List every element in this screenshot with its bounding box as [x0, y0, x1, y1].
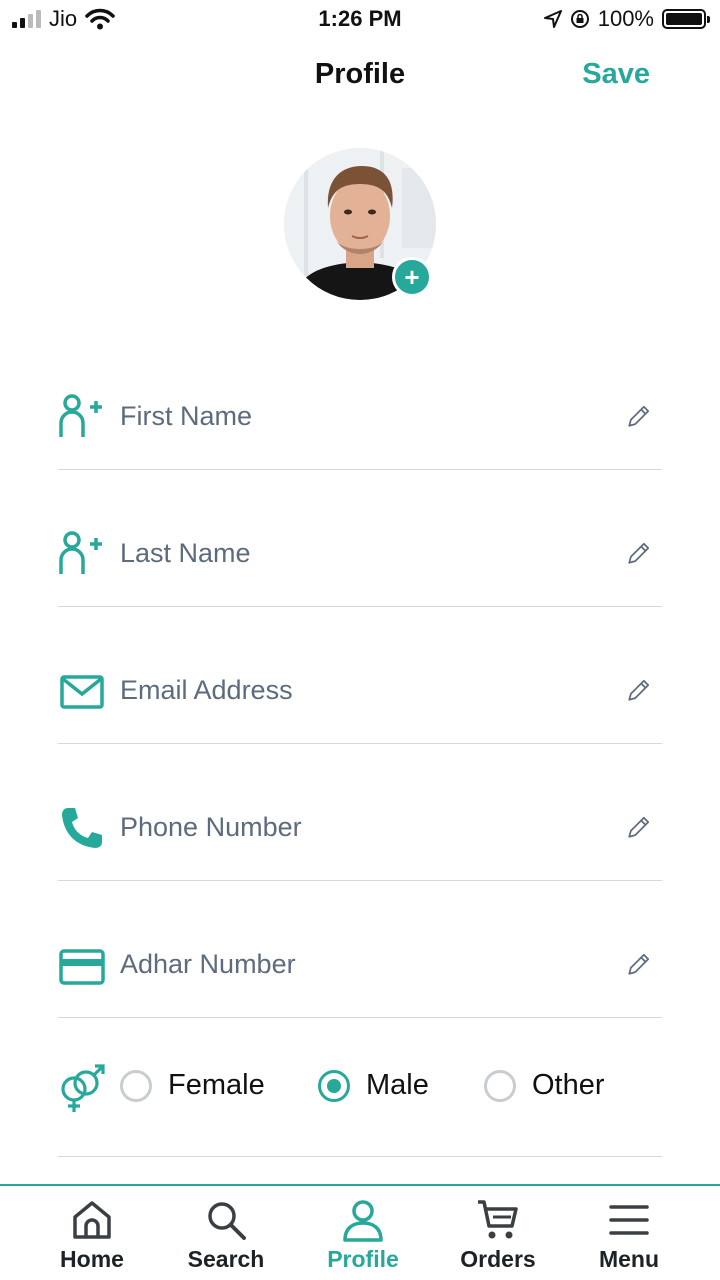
- gender-option-male[interactable]: Male: [318, 1069, 429, 1102]
- battery-icon: [662, 9, 710, 29]
- save-button[interactable]: Save: [582, 58, 650, 91]
- radio-unchecked[interactable]: [120, 1069, 152, 1102]
- phone-label: Phone Number: [120, 812, 302, 842]
- battery-percent: 100%: [597, 6, 654, 31]
- nav-label: Menu: [598, 1246, 660, 1272]
- gender-icon: [61, 1064, 105, 1112]
- status-bar: Jio 1:26 PM 100%: [0, 0, 720, 40]
- adhar-field[interactable]: Adhar Number: [58, 881, 662, 1018]
- gender-option-label: Female: [168, 1069, 265, 1101]
- gender-option-female[interactable]: Female: [120, 1069, 265, 1102]
- edit-pencil-icon[interactable]: [626, 403, 652, 429]
- last-name-label: Last Name: [120, 538, 251, 568]
- gender-option-other[interactable]: Other: [484, 1069, 605, 1102]
- rotation-lock-icon: [570, 10, 589, 28]
- nav-label: Search: [187, 1246, 265, 1272]
- radio-unchecked[interactable]: [484, 1069, 516, 1102]
- radio-checked[interactable]: [318, 1069, 350, 1102]
- gender-option-label: Male: [366, 1069, 429, 1101]
- add-photo-button[interactable]: +: [392, 257, 432, 297]
- edit-pencil-icon[interactable]: [626, 677, 652, 703]
- nav-label: Home: [60, 1246, 124, 1272]
- email-field[interactable]: Email Address: [58, 607, 662, 744]
- adhar-label: Adhar Number: [120, 949, 296, 979]
- email-label: Email Address: [120, 675, 293, 705]
- phone-icon: [62, 808, 102, 848]
- menu-icon: [609, 1205, 649, 1235]
- nav-item-orders[interactable]: Orders: [430, 1186, 566, 1280]
- edit-pencil-icon[interactable]: [626, 814, 652, 840]
- last-name-field[interactable]: Last Name: [58, 470, 662, 607]
- nav-item-home[interactable]: Home: [24, 1186, 160, 1280]
- search-icon: [208, 1202, 246, 1240]
- add-user-icon: [59, 394, 102, 437]
- nav-label: Orders: [460, 1246, 536, 1272]
- nav-item-search[interactable]: Search: [158, 1186, 294, 1280]
- gender-selector: Female Male Other: [58, 1019, 662, 1157]
- first-name-label: First Name: [120, 401, 253, 431]
- home-icon: [73, 1201, 111, 1239]
- header: Profile Save: [0, 50, 720, 102]
- bottom-navigation: Home Search Profile Orders Menu: [0, 1184, 720, 1280]
- nav-label: Profile: [327, 1246, 399, 1272]
- nav-item-profile[interactable]: Profile: [295, 1186, 431, 1280]
- edit-pencil-icon[interactable]: [626, 540, 652, 566]
- add-user-icon: [59, 531, 102, 574]
- nav-item-menu[interactable]: Menu: [561, 1186, 697, 1280]
- card-icon: [59, 949, 105, 985]
- mail-icon: [60, 675, 104, 709]
- edit-pencil-icon[interactable]: [626, 951, 652, 977]
- phone-field[interactable]: Phone Number: [58, 744, 662, 881]
- first-name-field[interactable]: First Name: [58, 333, 662, 470]
- cart-icon: [478, 1200, 518, 1239]
- location-arrow-icon: [543, 10, 562, 28]
- gender-option-label: Other: [532, 1069, 605, 1101]
- user-icon: [343, 1200, 383, 1242]
